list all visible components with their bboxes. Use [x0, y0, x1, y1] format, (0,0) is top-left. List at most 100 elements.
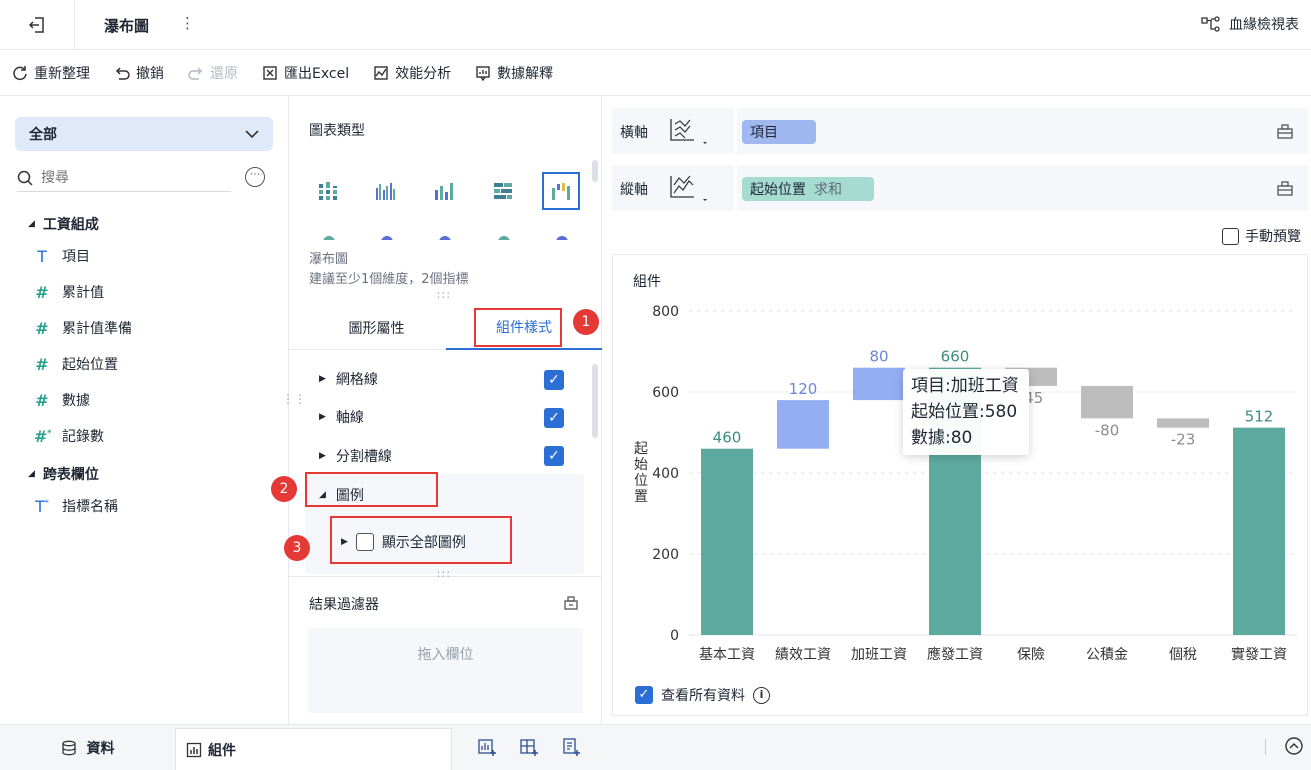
callout-highlight-1: [474, 308, 562, 347]
field-item-cumulative-prep[interactable]: # 累計值準備: [34, 318, 132, 338]
page-title: 瀑布圖: [104, 17, 150, 35]
x-tick-label: 績效工資: [775, 647, 831, 663]
waterfall-chart[interactable]: 0 200 400 600 800 起始位置 460 基本工資 120 績效工資 80 加班工資 660…: [613, 255, 1307, 675]
data-label: 512: [1245, 408, 1274, 426]
y-field-aggregation: 求和: [814, 182, 842, 198]
filter-drop-label: 拖入欄位: [417, 647, 474, 663]
chart-type-name: 瀑布圖: [309, 252, 349, 267]
manual-preview-checkbox[interactable]: [1222, 227, 1239, 245]
column-chart-icon[interactable]: [425, 172, 463, 210]
x-tick-label: 個稅: [1169, 647, 1197, 663]
prop-gridlines[interactable]: ▶ 網格線: [319, 369, 378, 389]
manual-preview-label: 手動預覽: [1245, 229, 1301, 245]
undo-icon: [115, 66, 130, 80]
prop-label: 軸線: [335, 410, 364, 426]
y-tick-label: 0: [670, 628, 679, 644]
chart-type-scrollbar[interactable]: [592, 160, 598, 182]
view-all-data-toggle[interactable]: ✓ 查看所有資料 i: [635, 685, 770, 705]
field-item-record-count[interactable]: #* 記錄數: [34, 426, 104, 446]
group-header-salary[interactable]: ◢ 工資組成: [28, 214, 99, 234]
x-axis-field-pill[interactable]: 項目: [742, 120, 816, 144]
callout-number-1: 1: [573, 309, 599, 335]
clear-icon[interactable]: [563, 595, 579, 615]
filter-drop-zone[interactable]: 拖入欄位: [308, 628, 583, 713]
search-row: ⋯: [17, 164, 273, 192]
tab-data[interactable]: 資料: [0, 725, 175, 770]
refresh-button[interactable]: 重新整理: [12, 63, 90, 83]
grouped-bar-chart-icon[interactable]: [309, 172, 347, 210]
field-item-indicator-name[interactable]: T* 指標名稱: [34, 496, 118, 516]
multi-bar-chart-icon[interactable]: [366, 172, 404, 210]
lock-icon[interactable]: [1276, 179, 1294, 201]
field-item-start-position[interactable]: # 起始位置: [34, 354, 118, 374]
exit-icon[interactable]: [0, 0, 75, 50]
callout-number-2: 2: [271, 476, 297, 502]
view-all-checkbox[interactable]: ✓: [635, 686, 653, 704]
field-label: 指標名稱: [62, 499, 118, 515]
tooltip-line: 起始位置:580: [911, 402, 1018, 422]
axis-line-checkbox[interactable]: ✓: [544, 408, 564, 428]
refresh-label: 重新整理: [34, 65, 90, 82]
section-resize-handle[interactable]: ∶∶∶: [437, 289, 452, 302]
lock-icon[interactable]: [1276, 122, 1294, 144]
performance-analysis-button[interactable]: 效能分析: [373, 63, 451, 83]
add-widget-icon[interactable]: [477, 737, 497, 761]
lineage-label: 血緣檢視表: [1229, 17, 1299, 33]
export-excel-button[interactable]: 匯出Excel: [262, 63, 349, 83]
y-tick-label: 800: [652, 304, 679, 320]
search-input[interactable]: [41, 169, 211, 186]
y-axis-title-char: 位: [634, 473, 648, 489]
collapse-up-icon[interactable]: [1284, 736, 1304, 760]
waterfall-chart-icon[interactable]: [542, 172, 580, 210]
x-tick-label: 基本工資: [699, 646, 755, 663]
x-axis-row: 橫軸 項目: [612, 108, 1308, 154]
y-axis-field-pill[interactable]: 起始位置 求和: [742, 177, 874, 201]
tab-shape-properties[interactable]: 圖形屬性: [309, 306, 444, 350]
more-options-icon[interactable]: ⋯: [245, 167, 265, 187]
group-header-cross-table[interactable]: ◢ 跨表欄位: [28, 464, 99, 484]
divider: [1265, 739, 1266, 755]
waterfall-bar: [701, 448, 753, 635]
lineage-view-button[interactable]: 血緣檢視表: [1201, 14, 1299, 34]
y-axis-row: 縱軸 起始位置 求和: [612, 165, 1308, 211]
text-type-icon: T: [37, 246, 47, 266]
number-type-icon: #: [35, 318, 49, 338]
waterfall-bar: [853, 367, 905, 401]
callout-highlight-3: [330, 516, 512, 564]
gridlines-checkbox[interactable]: ✓: [544, 370, 564, 390]
chart-area: 橫軸 項目 縱軸 起始位置 求和 手動預覽 組件 0 200 400 600 800 起始…: [602, 96, 1311, 724]
field-item-data[interactable]: # 數據: [34, 390, 90, 410]
manual-preview-toggle[interactable]: 手動預覽: [1222, 226, 1301, 246]
prop-label: 網格線: [335, 372, 378, 388]
field-item-cumulative[interactable]: # 累計值: [34, 282, 104, 302]
field-item-project[interactable]: T 項目: [34, 246, 90, 266]
title-menu-icon[interactable]: ⋮: [180, 14, 195, 32]
y-tick-label: 200: [652, 547, 679, 563]
performance-icon: [374, 65, 388, 80]
tab-widget[interactable]: 組件: [175, 728, 452, 770]
redo-button[interactable]: 還原: [188, 63, 238, 83]
prop-axis-line[interactable]: ▶ 軸線: [319, 407, 364, 427]
add-story-icon[interactable]: [561, 737, 581, 761]
section-resize-handle[interactable]: ∶∶∶: [437, 568, 452, 581]
chart-type-row-more: [309, 230, 584, 240]
data-label: -23: [1171, 431, 1196, 449]
data-explain-button[interactable]: 數據解釋: [475, 63, 553, 83]
dataset-select[interactable]: 全部: [15, 117, 273, 151]
stacked-bar-chart-icon[interactable]: [484, 172, 522, 210]
lineage-icon: [1201, 16, 1221, 32]
redo-icon: [188, 66, 203, 80]
tooltip-line: 數據:80: [911, 428, 973, 448]
search-icon: [17, 170, 33, 186]
prop-partition-line[interactable]: ▶ 分割槽線: [319, 446, 392, 466]
field-panel: 全部 ⋯ ◢ 工資組成 T 項目 # 累計值 # 累計值準備 # 起始位置 # …: [0, 96, 306, 724]
info-icon[interactable]: i: [753, 686, 770, 704]
x-axis-label: 橫軸: [620, 125, 648, 141]
undo-button[interactable]: 撤銷: [114, 63, 164, 83]
props-scrollbar[interactable]: [592, 364, 598, 438]
y-tick-label: 600: [652, 385, 679, 401]
x-axis-type-dropdown[interactable]: [668, 116, 708, 150]
add-dashboard-icon[interactable]: [519, 737, 539, 761]
y-axis-type-dropdown[interactable]: [668, 173, 708, 207]
partition-line-checkbox[interactable]: ✓: [544, 446, 564, 466]
